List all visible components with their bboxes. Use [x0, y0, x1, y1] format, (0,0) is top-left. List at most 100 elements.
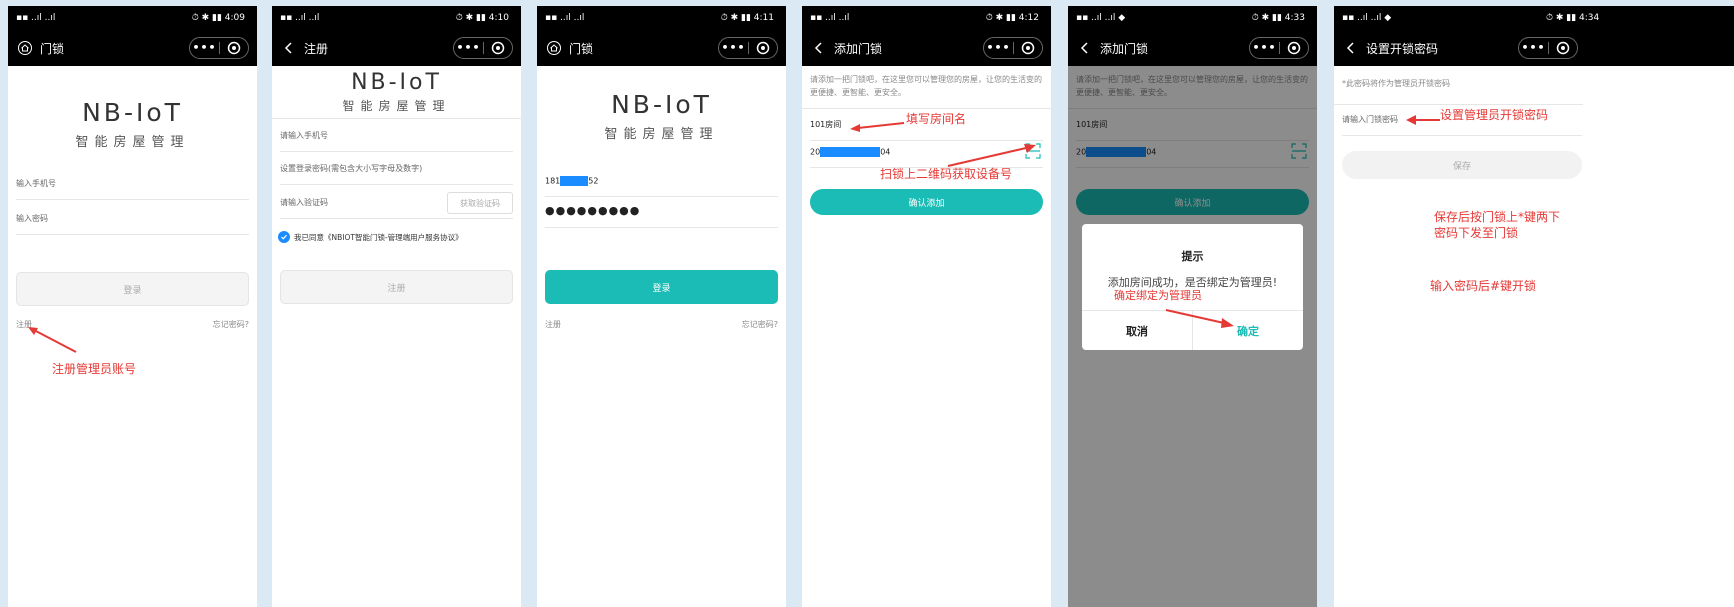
status-right: ⏱ ✱ ▮▮ 4:34 [1546, 13, 1600, 23]
dialog-message: 添加房间成功，是否绑定为管理员! [1107, 276, 1278, 289]
status-bar: ▪▪ ..ıl ..ıl ⏱ ✱ ▮▮ 4:11 [537, 6, 786, 30]
phone-input[interactable]: 请输入手机号 [280, 130, 513, 152]
code-input[interactable]: 请输入验证码 [280, 197, 441, 218]
password-input[interactable]: 输入密码 [16, 213, 249, 235]
password-input[interactable]: 设置登录密码(需包含大小写字母及数字) [280, 163, 513, 185]
page-title: 门锁 [40, 41, 65, 56]
status-right: ⏱ ✱ ▮▮ 4:11 [720, 13, 774, 23]
page-title: 门锁 [569, 41, 594, 56]
status-bar: ▪▪ ..ıl ..ıl ◆ ⏱ ✱ ▮▮ 4:34 [1334, 6, 1734, 30]
close-target-icon[interactable] [220, 41, 248, 55]
save-button[interactable]: 保存 [1342, 151, 1582, 179]
screen-add-lock: ▪▪ ..ıl ..ıl ⏱ ✱ ▮▮ 4:12 添加门锁 ••• 请添加一把门… [802, 6, 1051, 607]
checkbox-checked-icon[interactable] [278, 231, 290, 243]
get-code-button[interactable]: 获取验证码 [447, 192, 513, 214]
close-target-icon[interactable] [1549, 41, 1577, 55]
dialog-title: 提示 [1181, 250, 1204, 263]
screen-login-filled: ▪▪ ..ıl ..ıl ⏱ ✱ ▮▮ 4:11 门锁 ••• NB-IoT 智… [537, 6, 786, 607]
annotation-register: 注册管理员账号 [52, 362, 137, 376]
status-bar: ▪▪ ..ıl ..ıl ◆ ⏱ ✱ ▮▮ 4:33 [1068, 6, 1317, 30]
password-note: *此密码将作为管理员开锁密码 [1342, 79, 1450, 88]
logo-title: NB-IoT [82, 98, 183, 127]
signal-icon: ▪▪ ..ıl ..ıl [280, 13, 320, 23]
annotation-arrow [850, 122, 905, 132]
close-target-icon[interactable] [1014, 41, 1042, 55]
confirm-add-button[interactable]: 确认添加 [810, 189, 1043, 215]
back-icon[interactable] [1342, 39, 1360, 57]
status-bar: ▪▪ ..ıl ..ıl ⏱ ✱ ▮▮ 4:09 [8, 6, 257, 30]
more-icon[interactable]: ••• [454, 38, 483, 58]
logo-title: NB-IoT [611, 90, 712, 119]
screen-bind-admin: ▪▪ ..ıl ..ıl ◆ ⏱ ✱ ▮▮ 4:33 添加门锁 ••• 请添加一… [1068, 6, 1317, 607]
more-icon[interactable]: ••• [190, 38, 219, 58]
forgot-password-link[interactable]: 忘记密码? [742, 319, 778, 330]
agreement-text[interactable]: 我已同意《NBIOT智能门锁-管理端用户服务协议》 [294, 232, 463, 243]
title-bar: 门锁 ••• [537, 30, 786, 66]
close-target-icon[interactable] [749, 41, 777, 55]
logo-title: NB-IoT [351, 70, 442, 95]
annotation-bind-admin: 确定绑定为管理员 [1114, 289, 1202, 302]
miniprogram-capsule: ••• [189, 37, 249, 59]
home-icon[interactable] [16, 39, 34, 57]
annotation-unlock: 输入密码后#键开锁 [1430, 279, 1537, 293]
signal-icon: ▪▪ ..ıl ..ıl [810, 13, 850, 23]
title-bar: 门锁 ••• [8, 30, 257, 66]
phone-input[interactable]: 输入手机号 [16, 178, 249, 200]
miniprogram-capsule: ••• [718, 37, 778, 59]
page-title: 添加门锁 [834, 41, 883, 56]
screen-login: ▪▪ ..ıl ..ıl ⏱ ✱ ▮▮ 4:09 门锁 ••• NB-IoT 智… [8, 6, 257, 607]
miniprogram-capsule: ••• [1518, 37, 1578, 59]
back-icon[interactable] [810, 39, 828, 57]
forgot-password-link[interactable]: 忘记密码? [213, 319, 249, 330]
login-button[interactable]: 登录 [545, 270, 778, 304]
title-bar: 添加门锁 ••• [802, 30, 1051, 66]
signal-icon: ▪▪ ..ıl ..ıl [545, 13, 585, 23]
more-icon[interactable]: ••• [1519, 38, 1548, 58]
login-button[interactable]: 登录 [16, 272, 249, 306]
title-bar: 设置开锁密码 ••• [1334, 30, 1734, 66]
signal-icon: ▪▪ ..ıl ..ıl [16, 13, 56, 23]
annotation-scan: 扫锁上二维码获取设备号 [880, 167, 1013, 181]
logo-subtitle: 智能房屋管理 [342, 99, 451, 113]
status-bar: ▪▪ ..ıl ..ıl ⏱ ✱ ▮▮ 4:12 [802, 6, 1051, 30]
annotation-arrow [1406, 115, 1440, 125]
annotation-save-line1: 保存后按门锁上*键两下 [1434, 210, 1561, 224]
miniprogram-capsule: ••• [1249, 37, 1309, 59]
page-title: 添加门锁 [1100, 41, 1149, 56]
annotation-arrow [1165, 309, 1234, 328]
back-icon[interactable] [280, 39, 298, 57]
redaction-mask [820, 147, 881, 157]
screen-set-password: ▪▪ ..ıl ..ıl ◆ ⏱ ✱ ▮▮ 4:34 设置开锁密码 ••• *此… [1334, 6, 1734, 607]
status-right: ⏱ ✱ ▮▮ 4:09 [191, 13, 245, 23]
status-right: ⏱ ✱ ▮▮ 4:10 [455, 13, 509, 23]
signal-icon: ▪▪ ..ıl ..ıl ◆ [1076, 13, 1126, 23]
agreement-row: 我已同意《NBIOT智能门锁-管理端用户服务协议》 [278, 231, 463, 243]
more-icon[interactable]: ••• [984, 38, 1013, 58]
page-title: 设置开锁密码 [1366, 41, 1439, 56]
annotation-save-line2: 密码下发至门锁 [1434, 226, 1519, 240]
miniprogram-capsule: ••• [983, 37, 1043, 59]
title-bar: 注册 ••• [272, 30, 521, 66]
register-button[interactable]: 注册 [280, 270, 513, 304]
redaction-mask [560, 176, 589, 186]
more-icon[interactable]: ••• [1250, 38, 1279, 58]
status-right: ⏱ ✱ ▮▮ 4:33 [1251, 13, 1305, 23]
register-link[interactable]: 注册 [545, 319, 561, 330]
page-title: 注册 [304, 41, 329, 56]
status-right: ⏱ ✱ ▮▮ 4:12 [985, 13, 1039, 23]
close-target-icon[interactable] [484, 41, 512, 55]
more-icon[interactable]: ••• [719, 38, 748, 58]
logo-subtitle: 智能房屋管理 [604, 127, 719, 142]
close-target-icon[interactable] [1280, 41, 1308, 55]
signal-icon: ▪▪ ..ıl ..ıl ◆ [1342, 13, 1392, 23]
back-icon[interactable] [1076, 39, 1094, 57]
logo-subtitle: 智能房屋管理 [75, 135, 190, 150]
password-input[interactable]: ●●●●●●●●● [545, 204, 778, 228]
screen-register: ▪▪ ..ıl ..ıl ⏱ ✱ ▮▮ 4:10 注册 ••• NB-IoT 智… [272, 6, 521, 607]
annotation-room-name: 填写房间名 [906, 112, 967, 126]
status-bar: ▪▪ ..ıl ..ıl ⏱ ✱ ▮▮ 4:10 [272, 6, 521, 30]
phone-input[interactable]: 181 52 [545, 176, 778, 197]
home-icon[interactable] [545, 39, 563, 57]
annotation-arrow [28, 327, 77, 353]
miniprogram-capsule: ••• [453, 37, 513, 59]
